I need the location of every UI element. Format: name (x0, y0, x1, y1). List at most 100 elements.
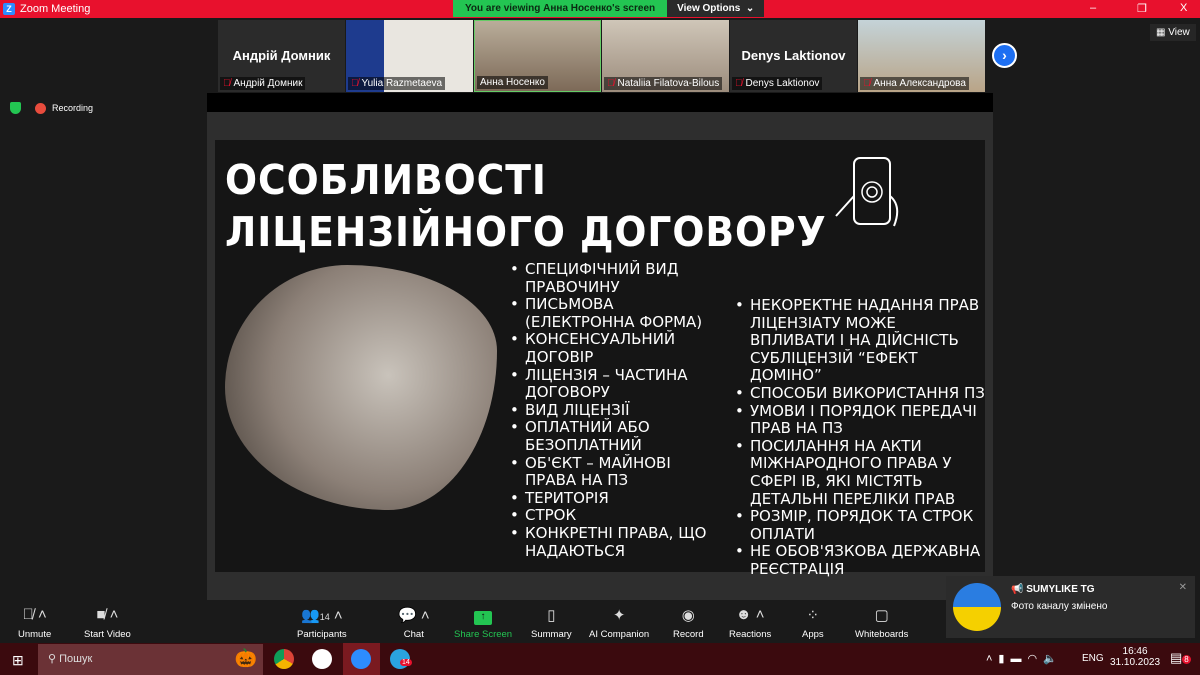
chat-icon: 💬 ˄ (398, 607, 430, 624)
participant-name: Андрій Домник (233, 78, 303, 89)
chat-button[interactable]: 💬 ˄ Chat (398, 606, 430, 640)
bullet-item: Письмова (електронна форма) (510, 295, 725, 331)
muted-mic-icon: 🎙̸ (607, 78, 615, 89)
recording-indicator: Recording (10, 102, 93, 114)
close-button[interactable]: X (1180, 2, 1187, 14)
chat-label: Chat (403, 629, 424, 640)
muted-mic-icon: 🎙̸ ˄ (22, 606, 47, 623)
window-title: Zoom Meeting (20, 3, 91, 15)
participant-label: 🎙̸ Анна Александрова (860, 77, 969, 90)
participant-tile[interactable]: Анна Носенко (474, 20, 601, 92)
shield-icon (10, 102, 21, 114)
start-video-label: Start Video (84, 629, 131, 640)
participant-label: 🎙̸ Yulia Razmetaeva (348, 77, 446, 90)
minimize-button[interactable]: – (1090, 2, 1096, 14)
slide-title-line: ОСОБЛИВОСТІ (225, 156, 547, 204)
participant-strip: Андрій Домник 🎙̸ Андрій Домник 🎙̸ Yulia Raz… (218, 20, 985, 92)
participant-label: 🎙̸ Denys Laktionov (732, 77, 823, 90)
participant-name: Nataliia Filatova-Bilous (617, 78, 720, 89)
telegram-icon[interactable]: 14 (390, 649, 412, 669)
view-options-button[interactable]: View Options ⌄ (667, 0, 765, 17)
apps-button[interactable]: ⁘ Apps (802, 606, 824, 640)
reactions-icon: ☻ ˄ (735, 606, 765, 623)
taskbar-search[interactable]: ⚲ Пошук 🎃 (38, 644, 263, 675)
right-bullet-list: Некоректне надання прав ліцензіату може … (735, 296, 985, 579)
chevron-right-icon: › (1002, 47, 1007, 63)
whiteboards-button[interactable]: ▢ Whiteboards (855, 606, 908, 640)
left-bullet-list: Специфічний вид правочину Письмова (елек… (510, 260, 725, 560)
participants-count: 14 (319, 612, 330, 622)
slide-title: ОСОБЛИВОСТІ ЛІЦЕНЗІЙНОГО ДОГОВОРУ (225, 154, 827, 258)
ai-companion-button[interactable]: ✦ AI Companion (589, 606, 649, 640)
app-a-icon[interactable] (312, 649, 332, 669)
participants-button[interactable]: 👥14 ˄ Participants (297, 606, 347, 640)
whiteboard-icon: ▢ (874, 607, 889, 624)
pumpkin-icon: 🎃 (234, 648, 257, 668)
participants-label: Participants (297, 629, 347, 640)
viewing-banner: You are viewing Анна Носенко's screen Vi… (453, 0, 765, 17)
unmute-label: Unmute (18, 629, 52, 640)
bullet-item: Умови і порядок передачі прав на ПЗ (735, 402, 985, 438)
participant-tile[interactable]: 🎙̸ Yulia Razmetaeva (346, 20, 473, 92)
start-video-button[interactable]: ■̸ ˄ Start Video (84, 606, 131, 640)
notification-close-icon[interactable]: ✕ (1179, 582, 1187, 593)
bullet-item: Конкретні права, що надаються (510, 524, 725, 560)
participant-tile[interactable]: Denys Laktionov 🎙̸ Denys Laktionov (730, 20, 857, 92)
participant-tile[interactable]: Андрій Домник 🎙̸ Андрій Домник (218, 20, 345, 92)
reactions-button[interactable]: ☻ ˄ Reactions (729, 606, 771, 640)
bullet-item: Строк (510, 507, 725, 525)
muted-mic-icon: 🎙̸ (735, 78, 743, 89)
share-screen-button[interactable]: ↑ Share Screen (454, 606, 512, 640)
bullet-item: Об'єкт – майнові права на ПЗ (510, 454, 725, 490)
view-button[interactable]: ▦ View (1150, 24, 1196, 41)
muted-mic-icon: 🎙̸ (223, 78, 231, 89)
next-page-button[interactable]: › (992, 43, 1017, 68)
language-indicator[interactable]: ENG (1082, 653, 1104, 664)
chrome-icon[interactable] (274, 649, 294, 669)
record-label: Record (673, 629, 704, 640)
participant-big-name: Андрій Домник (232, 48, 331, 63)
view-options-label: View Options (677, 3, 741, 14)
notification-body: Фото каналу змінено (1011, 601, 1108, 612)
bullet-item: Специфічний вид правочину (510, 260, 725, 296)
bullet-item: Ліцензія – частина договору (510, 366, 725, 402)
participant-big-name: Denys Laktionov (741, 48, 846, 63)
bullet-item: Територія (510, 489, 725, 508)
participant-tile[interactable]: 🎙̸ Nataliia Filatova-Bilous (602, 20, 729, 92)
telegram-badge: 14 (400, 659, 412, 666)
participant-label: 🎙̸ Nataliia Filatova-Bilous (604, 77, 723, 90)
muted-mic-icon: 🎙̸ (863, 78, 871, 89)
reactions-label: Reactions (729, 629, 772, 640)
share-screen-icon: ↑ (454, 606, 512, 626)
participant-name: Анна Александрова (873, 78, 966, 89)
notification-count: 8 (1182, 655, 1191, 664)
system-tray-icons[interactable]: ˄▮▬◠🔈 (986, 652, 1063, 665)
notification-title: 📢 SUMYLIKE TG (1011, 584, 1095, 595)
telegram-notification[interactable]: 📢 SUMYLIKE TG Фото каналу змінено ✕ (946, 576, 1195, 638)
clock[interactable]: 16:46 31.10.2023 (1110, 646, 1160, 668)
windows-start-icon[interactable]: ⊞ (12, 652, 24, 669)
zoom-taskbar-button[interactable] (343, 643, 380, 675)
participant-tile[interactable]: 🎙̸ Анна Александрова (858, 20, 985, 92)
bullet-item: Оплатний або безоплатний (510, 418, 725, 454)
participant-name: Анна Носенко (480, 77, 545, 88)
record-button[interactable]: ◉ Record (673, 606, 704, 640)
unmute-button[interactable]: 🎙̸ ˄ Unmute (18, 606, 51, 640)
maximize-button[interactable]: ❐ (1137, 2, 1147, 15)
phone-fingerprint-icon (835, 157, 899, 227)
presentation-slide: ОСОБЛИВОСТІ ЛІЦЕНЗІЙНОГО ДОГОВОРУ Специф… (215, 140, 985, 578)
bullet-item: Розмір, порядок та строк оплати (735, 507, 985, 543)
shared-screen-header (207, 93, 993, 112)
windows-taskbar: ⊞ ⚲ Пошук 🎃 14 ˄▮▬◠🔈 ENG 16:46 31.10.2023 … (0, 643, 1200, 675)
summary-button[interactable]: ▯ Summary (531, 606, 572, 640)
zoom-icon (351, 649, 371, 669)
recording-icon[interactable] (35, 102, 46, 114)
viewing-label: You are viewing Анна Носенко's screen (453, 0, 668, 17)
bullet-item: Посилання на акти міжнародного права у с… (735, 437, 985, 508)
participants-icon: 👥14 ˄ (301, 607, 343, 624)
slide-title-line: ЛІЦЕНЗІЙНОГО ДОГОВОРУ (225, 208, 827, 256)
participant-label: Анна Носенко (477, 76, 548, 89)
bullet-item: Консенсуальний договір (510, 331, 725, 366)
channel-avatar (953, 583, 1001, 631)
notification-center-icon[interactable]: ▤ 8 (1170, 650, 1191, 666)
